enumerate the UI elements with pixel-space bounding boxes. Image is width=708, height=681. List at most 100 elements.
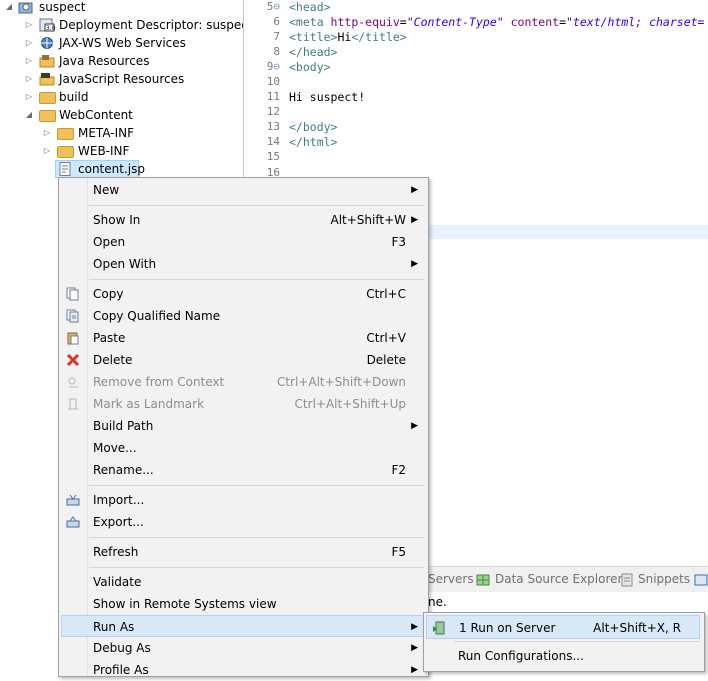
tree-item-web-inf[interactable]: ▷ WEB-INF — [0, 142, 243, 160]
console-icon[interactable] — [694, 573, 708, 587]
code-line: <head> — [289, 0, 331, 14]
submenu-arrow-icon: ▶ — [411, 259, 418, 269]
tab-snippets[interactable]: Snippets — [638, 572, 690, 586]
menu-separator — [89, 485, 424, 486]
tab-data-source-explorer[interactable]: Data Source Explorer — [495, 572, 622, 586]
export-icon — [66, 516, 80, 528]
javascript-resources-icon — [39, 73, 55, 86]
menu-item-new[interactable]: New ▶ — [61, 179, 426, 201]
menu-item-debug-as[interactable]: Debug As ▶ — [61, 637, 426, 659]
tree-item-label: Java Resources — [59, 54, 150, 68]
menu-item-import[interactable]: Import... — [61, 489, 426, 511]
code-line: <title>Hi</title> — [289, 30, 407, 44]
menu-item-copy-qualified-name[interactable]: Copy Qualified Name — [61, 305, 426, 327]
menu-item-copy[interactable]: Copy Ctrl+C — [61, 283, 426, 305]
tree-item-deployment-descriptor[interactable]: ▷ 3.0 Deployment Descriptor: suspect — [0, 16, 253, 34]
menu-item-delete[interactable]: Delete Delete — [61, 349, 426, 371]
menu-item-show-in-remote-systems[interactable]: Show in Remote Systems view — [61, 593, 426, 615]
tree-item-webcontent[interactable]: ◢ WebContent — [0, 106, 243, 124]
code-line: </head> — [289, 45, 338, 59]
folder-icon — [57, 146, 74, 158]
line-number: 8 — [273, 45, 280, 58]
menu-item-label: Build Path — [93, 419, 154, 433]
line-number: 9⊖ — [266, 60, 280, 73]
menu-item-show-in[interactable]: Show In Alt+Shift+W ▶ — [61, 209, 426, 231]
menu-item-shortcut: F3 — [391, 235, 406, 249]
jsp-file-icon — [59, 162, 71, 176]
folder-icon — [39, 92, 56, 104]
menu-item-label: Move... — [93, 441, 137, 455]
collapsed-arrow-icon[interactable]: ▷ — [24, 70, 34, 88]
copy-qualified-name-icon — [66, 309, 79, 323]
tree-item-build[interactable]: ▷ build — [0, 88, 243, 106]
menu-item-label: Show in Remote Systems view — [93, 597, 277, 611]
line-number: 7 — [273, 30, 280, 43]
menu-item-label: Validate — [93, 575, 142, 589]
menu-item-shortcut: F2 — [391, 463, 406, 477]
menu-item-shortcut: Alt+Shift+W — [330, 213, 407, 227]
collapsed-arrow-icon[interactable]: ▷ — [24, 34, 34, 52]
menu-item-shortcut: Ctrl+C — [366, 287, 406, 301]
submenu-arrow-icon: ▶ — [411, 665, 418, 675]
tree-item-java-resources[interactable]: ▷ Java Resources — [0, 52, 243, 70]
submenu-arrow-icon: ▶ — [411, 185, 418, 195]
fold-marker-icon[interactable]: ⊖ — [273, 0, 280, 13]
menu-item-profile-as[interactable]: Profile As ▶ — [61, 659, 426, 681]
menu-item-mark-as-landmark: Mark as Landmark Ctrl+Alt+Shift+Up — [61, 393, 426, 415]
menu-item-run-as[interactable]: Run As ▶ — [61, 615, 426, 637]
menu-item-export[interactable]: Export... — [61, 511, 426, 533]
menu-item-move[interactable]: Move... — [61, 437, 426, 459]
menu-item-paste[interactable]: Paste Ctrl+V — [61, 327, 426, 349]
code-line: <body> — [289, 60, 331, 74]
deployment-descriptor-icon: 3.0 — [39, 18, 55, 32]
collapsed-arrow-icon[interactable]: ▷ — [24, 16, 34, 34]
collapsed-arrow-icon[interactable]: ▷ — [42, 142, 52, 160]
menu-item-refresh[interactable]: Refresh F5 — [61, 541, 426, 563]
menu-item-label: Show In — [93, 213, 141, 227]
tree-item-project[interactable]: ◢ suspect — [0, 0, 243, 16]
collapsed-arrow-icon[interactable]: ▷ — [24, 88, 34, 106]
submenu-item-run-on-server[interactable]: 1 Run on Server Alt+Shift+X, R — [426, 615, 700, 639]
tree-item-label: Deployment Descriptor: suspect — [59, 18, 253, 32]
fold-marker-icon[interactable]: ⊖ — [273, 60, 280, 73]
menu-item-label: Paste — [93, 331, 126, 345]
tab-servers[interactable]: Servers — [428, 572, 474, 586]
java-resources-icon — [39, 55, 55, 68]
tree-item-meta-inf[interactable]: ▷ META-INF — [0, 124, 243, 142]
menu-item-label: New — [93, 183, 120, 197]
menu-item-validate[interactable]: Validate — [61, 571, 426, 593]
expanded-arrow-icon[interactable]: ◢ — [24, 106, 34, 124]
menu-item-open-with[interactable]: Open With ▶ — [61, 253, 426, 275]
tree-item-javascript-resources[interactable]: ▷ JavaScript Resources — [0, 70, 243, 88]
menu-separator — [89, 205, 424, 206]
menu-item-shortcut: F5 — [391, 545, 406, 559]
menu-item-label: Mark as Landmark — [93, 397, 205, 411]
menu-item-label: Remove from Context — [93, 375, 225, 389]
menu-separator — [89, 567, 424, 568]
line-number: 11 — [266, 90, 280, 103]
line-number: 15 — [266, 150, 280, 163]
line-number: 13 — [266, 120, 280, 133]
tree-item-content-jsp[interactable]: content.jsp — [55, 160, 145, 178]
snippets-icon — [621, 573, 633, 587]
tree-item-label: suspect — [39, 0, 86, 14]
submenu-item-run-configurations[interactable]: Run Configurations... — [426, 645, 700, 667]
menu-item-build-path[interactable]: Build Path ▶ — [61, 415, 426, 437]
remove-context-icon — [68, 377, 78, 388]
context-menu: New ▶ Show In Alt+Shift+W ▶ Open F3 Open… — [58, 177, 429, 677]
menu-item-open[interactable]: Open F3 — [61, 231, 426, 253]
tree-item-label: JavaScript Resources — [59, 72, 185, 86]
expanded-arrow-icon[interactable]: ◢ — [4, 0, 14, 16]
svg-text:3.0: 3.0 — [46, 25, 55, 32]
menu-item-label: 1 Run on Server — [459, 621, 556, 635]
web-services-icon — [41, 37, 53, 49]
collapsed-arrow-icon[interactable]: ▷ — [42, 124, 52, 142]
tree-item-label: content.jsp — [78, 162, 145, 176]
collapsed-arrow-icon[interactable]: ▷ — [24, 52, 34, 70]
tree-item-label: JAX-WS Web Services — [59, 36, 186, 50]
menu-item-label: Export... — [93, 515, 144, 529]
tree-item-jax-ws[interactable]: ▷ JAX-WS Web Services — [0, 34, 243, 52]
menu-item-rename[interactable]: Rename... F2 — [61, 459, 426, 481]
submenu-arrow-icon: ▶ — [411, 421, 418, 431]
tree-item-label: WebContent — [59, 108, 133, 122]
